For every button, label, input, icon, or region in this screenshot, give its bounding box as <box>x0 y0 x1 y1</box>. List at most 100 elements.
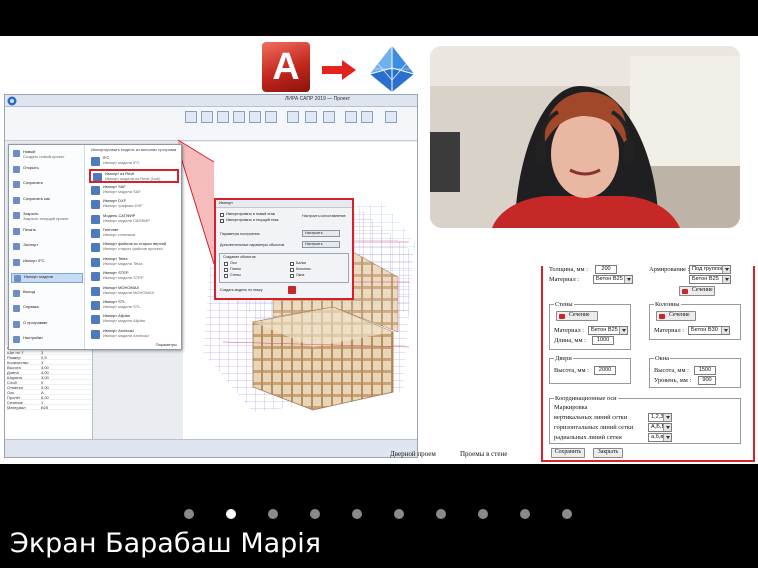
reinforce-material-select[interactable]: Бетон В25 <box>689 275 731 284</box>
menu-item-icon <box>13 181 20 188</box>
windows-level-input[interactable]: 900 <box>698 376 716 385</box>
menu-item[interactable]: Печать <box>11 227 83 237</box>
menu-item-subtitle: Закрыть текущий проект <box>23 216 69 221</box>
marking-label: Маркировка <box>554 404 588 411</box>
submenu-item[interactable]: Импорт из Revit Импорт модели из Revit (L… <box>89 169 179 184</box>
reinforce-select[interactable]: Под группой <box>689 265 731 274</box>
submenu-item-subtitle: Импорт модели САПФИР <box>103 217 150 223</box>
walls-length-input[interactable]: 1000 <box>592 336 614 345</box>
horizontal-lines-select[interactable]: А,Б,В... <box>648 423 672 432</box>
thickness-input[interactable]: 200 <box>595 265 617 274</box>
page-dot[interactable] <box>394 509 404 519</box>
submenu-item[interactable]: Импорт SAF Импорт модели SAF <box>89 184 179 198</box>
menu-options-button[interactable]: Параметры <box>156 342 177 347</box>
application-menu: Новый Создать новый проект Открыть Сохранит… <box>8 144 182 350</box>
submenu-item-subtitle: Импорт модели МОНОМАХ <box>103 289 155 295</box>
menu-item[interactable]: Импорт модели <box>11 273 83 283</box>
menu-item[interactable]: Открыть <box>11 165 83 175</box>
page-dot[interactable] <box>184 509 194 519</box>
submenu-item-subtitle: Импорт генплана <box>103 232 136 237</box>
submenu-item[interactable]: Импорт Tekla Импорт модели Tekla <box>89 256 179 270</box>
walls-material-label: Материал : <box>554 327 585 334</box>
columns-legend: Колонны <box>654 301 681 308</box>
page-dot[interactable] <box>478 509 488 519</box>
close-button[interactable]: Закрыть <box>593 448 623 458</box>
menu-item-subtitle: Создать новый проект <box>23 154 65 159</box>
import-format-icon <box>91 229 100 238</box>
checkbox-axes[interactable] <box>224 262 228 266</box>
menu-item[interactable]: Закрыть Закрыть текущий проект <box>11 211 83 221</box>
checkbox-columns[interactable] <box>290 268 294 272</box>
vertical-lines-select[interactable]: 1,2,3... <box>648 413 672 422</box>
radio-new-floor[interactable] <box>220 213 224 217</box>
extra-params-button[interactable]: Настроить <box>302 241 340 248</box>
checkbox-slabs[interactable] <box>224 268 228 272</box>
reinforce-label: Армирование : <box>649 266 690 273</box>
tab-door-opening[interactable]: Дверной проем <box>390 450 436 462</box>
menu-item-icon <box>14 275 21 282</box>
menu-item[interactable]: Сохранить как <box>11 196 83 206</box>
menu-item[interactable]: Экспорт <box>11 242 83 252</box>
checkbox-beams[interactable] <box>290 262 294 266</box>
checkbox-label: Окна <box>296 273 305 277</box>
menu-item-label: Выход <box>23 288 35 294</box>
submenu-item[interactable]: IFC Импорт модели IFC <box>89 155 179 169</box>
walls-legend: Стены <box>554 301 574 308</box>
submenu-item[interactable]: Генплан Импорт генплана <box>89 227 179 241</box>
submenu-item[interactable]: Импорт DXF Импорт графики DXF <box>89 198 179 212</box>
walls-section-button[interactable]: Сечение <box>556 311 598 321</box>
material-select[interactable]: Бетон В25 <box>593 275 633 284</box>
slab-section-button[interactable]: Сечение <box>679 286 715 296</box>
menu-item[interactable]: Сохранить <box>11 180 83 190</box>
page-dot[interactable] <box>226 509 236 519</box>
page-dot[interactable] <box>352 509 362 519</box>
radial-lines-select[interactable]: а,б,в... <box>648 433 672 442</box>
menu-item[interactable]: Справка <box>11 304 83 314</box>
submenu-item[interactable]: Импорт STL Импорт модели STL <box>89 299 179 313</box>
checkbox-windows[interactable] <box>290 274 294 278</box>
columns-section-button[interactable]: Сечение <box>656 311 696 321</box>
page-indicator <box>0 506 758 522</box>
submenu-item[interactable]: Импорт Allplan Импорт модели Allplan <box>89 313 179 327</box>
extra-params-label: Дополнительные параметры объектов <box>220 243 285 247</box>
menu-item-icon <box>13 336 20 343</box>
menu-item-label: Печать <box>23 226 37 232</box>
menu-item-label: Справка <box>23 304 39 309</box>
menu-item-label: Сохранить как <box>23 195 50 201</box>
menu-item[interactable]: Импорт IFC <box>11 258 83 268</box>
walls-material-select[interactable]: Бетон В25 <box>588 326 628 335</box>
build-params-button[interactable]: Настроить <box>302 230 340 237</box>
columns-material-select[interactable]: Бетон В30 <box>688 326 730 335</box>
menu-item-label: Импорт модели <box>24 274 53 279</box>
menu-item[interactable]: О программе <box>11 320 83 330</box>
radio-current-floor[interactable] <box>220 219 224 223</box>
page-dot[interactable] <box>436 509 446 519</box>
save-button[interactable]: Сохранить <box>551 448 585 458</box>
page-dot[interactable] <box>562 509 572 519</box>
checkbox-label: Стены <box>230 273 241 277</box>
checkbox-walls[interactable] <box>224 274 228 278</box>
menu-item-icon <box>13 258 20 266</box>
section-icon <box>682 289 688 294</box>
submenu-item[interactable]: Импорт STEP Импорт модели STEP <box>89 270 179 284</box>
menu-item[interactable]: Новый Создать новый проект <box>11 149 83 159</box>
doors-height-input[interactable]: 2000 <box>594 366 616 375</box>
doors-group: Двери Высота, мм : 2000 <box>549 355 631 384</box>
windows-height-input[interactable]: 1500 <box>694 366 716 375</box>
red-flag-icon[interactable] <box>288 286 296 294</box>
create-objects-group: Создание объектов Оси Плиты Стены Балки … <box>219 253 349 283</box>
import-format-icon <box>91 286 100 296</box>
model-settings-panel: Толщина, мм : 200 Материал : Бетон В25 А… <box>541 265 755 462</box>
tab-wall-openings[interactable]: Проемы в стене <box>460 450 507 462</box>
menu-item[interactable]: Настройки <box>11 335 83 345</box>
checkbox-label: Оси <box>230 261 237 265</box>
page-dot[interactable] <box>520 509 530 519</box>
submenu-item[interactable]: Импорт МОНОМАХ Импорт модели МОНОМАХ <box>89 285 179 299</box>
page-dot[interactable] <box>310 509 320 519</box>
submenu-item[interactable]: Модель САПФИР Импорт модели САПФИР <box>89 213 179 227</box>
menu-item[interactable]: Выход <box>11 289 83 299</box>
submenu-item[interactable]: Импорт файлов из старых версий Импорт ста… <box>89 241 179 255</box>
submenu-item[interactable]: Импорт Archicad Импорт модели Archicad <box>89 328 179 342</box>
page-dot[interactable] <box>268 509 278 519</box>
menu-item-label: Открыть <box>23 164 39 170</box>
